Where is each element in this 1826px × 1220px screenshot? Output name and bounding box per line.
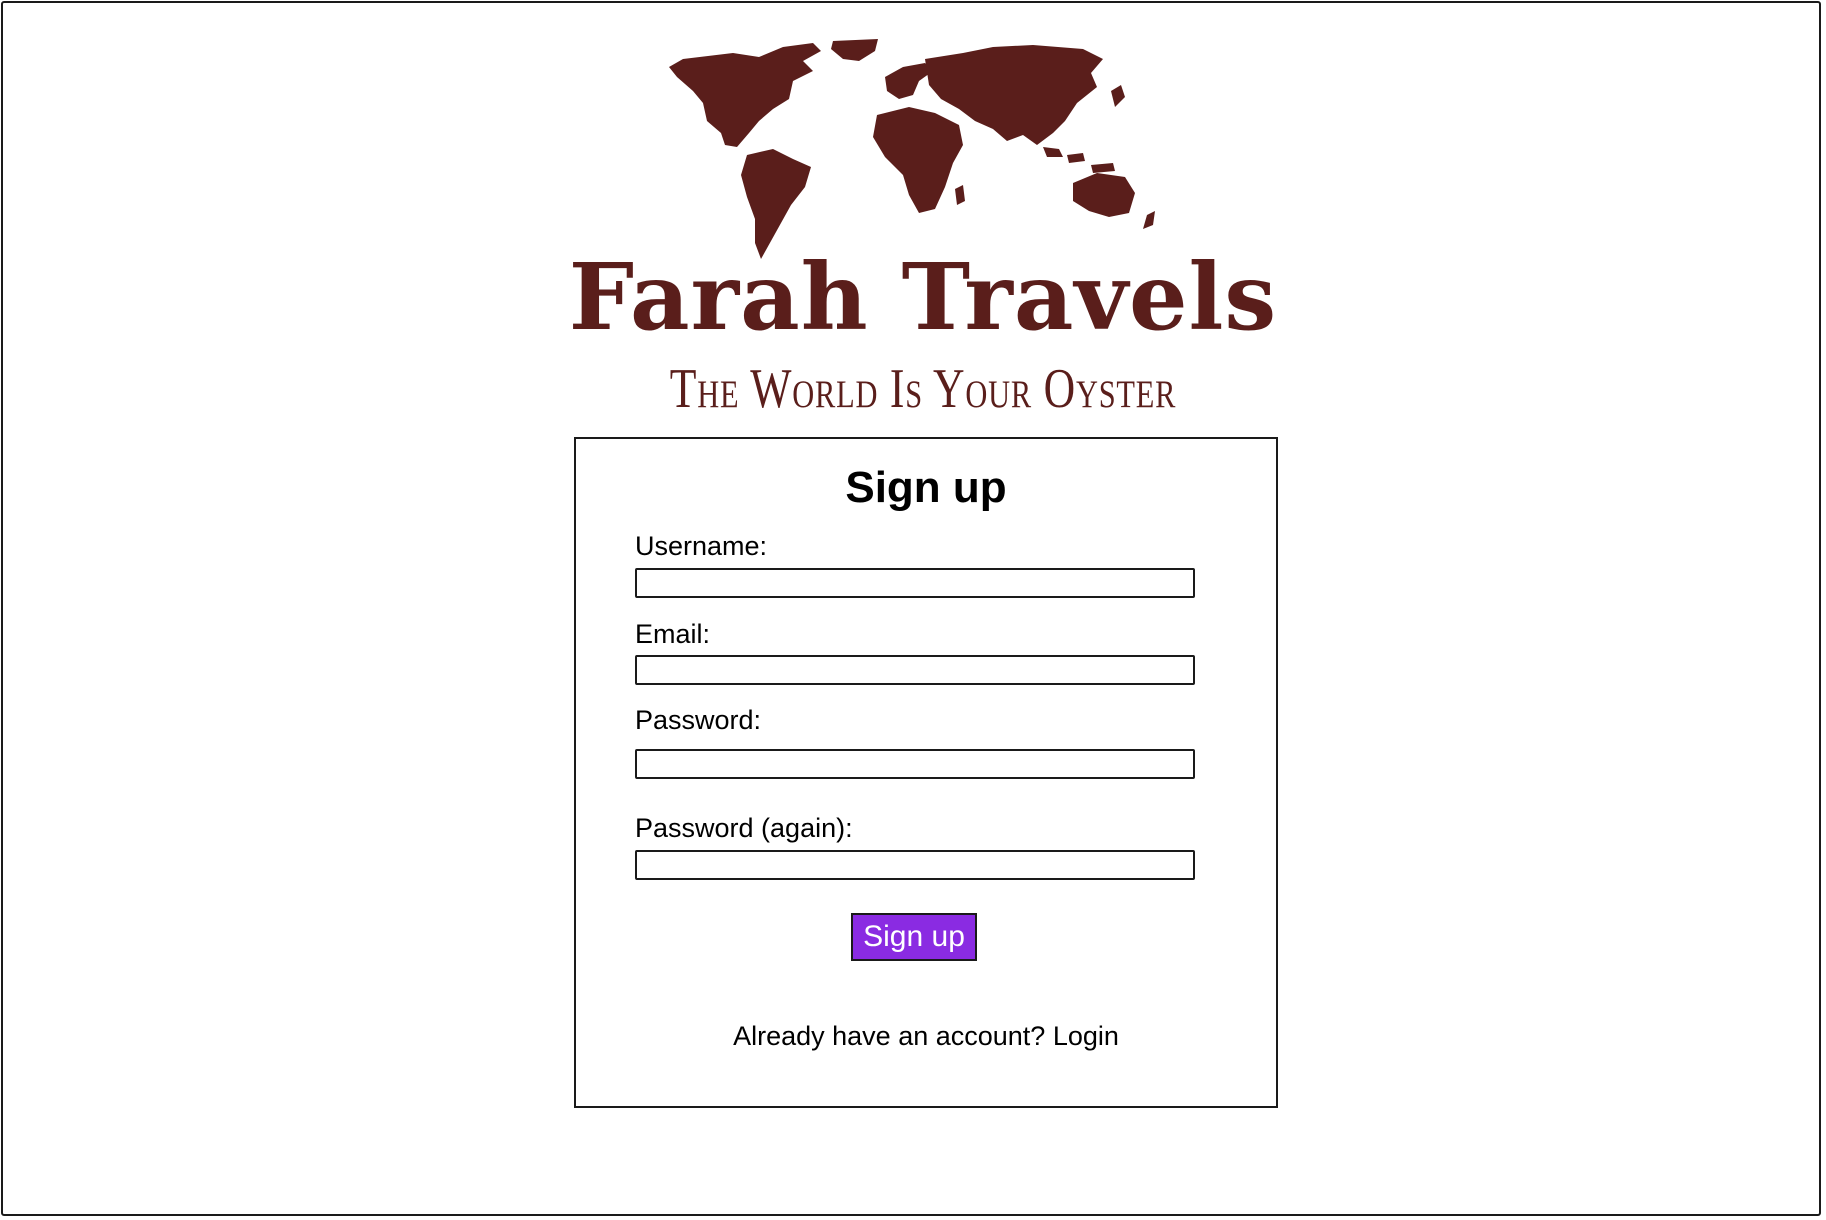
- login-link[interactable]: Login: [1053, 1021, 1119, 1051]
- login-prompt-text: Already have an account?: [733, 1021, 1046, 1051]
- username-input[interactable]: [635, 568, 1195, 598]
- signup-card: Sign up Username: Email: Password: Passw…: [574, 437, 1278, 1108]
- signup-title: Sign up: [845, 463, 1007, 512]
- world-map-icon: [669, 39, 1155, 259]
- signup-button[interactable]: Sign up: [851, 913, 977, 961]
- brand-name: Farah Travels: [568, 243, 1278, 351]
- login-prompt-line: Already have an account? Login: [576, 1021, 1276, 1052]
- email-label: Email:: [635, 619, 711, 649]
- email-input[interactable]: [635, 655, 1195, 685]
- brand-logo: Farah Travels The World Is Your Oyster: [563, 33, 1283, 417]
- password-input[interactable]: [635, 749, 1195, 779]
- username-label: Username:: [635, 531, 768, 561]
- brand-tagline: The World Is Your Oyster: [669, 358, 1177, 420]
- page-frame: Farah Travels The World Is Your Oyster S…: [1, 1, 1821, 1216]
- password-again-input[interactable]: [635, 850, 1195, 880]
- password-again-label: Password (again):: [635, 813, 853, 843]
- password-label: Password:: [635, 705, 762, 735]
